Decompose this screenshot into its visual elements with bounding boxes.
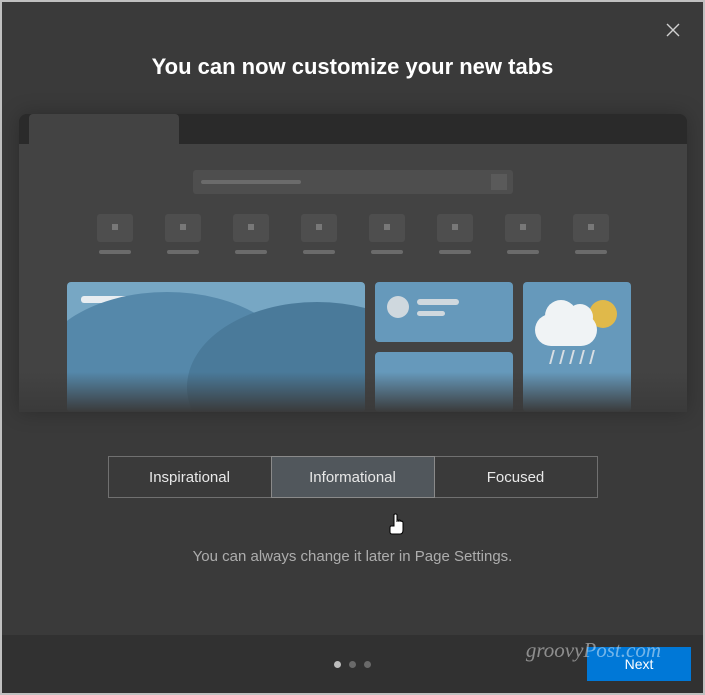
tab-informational[interactable]: Informational <box>271 456 435 498</box>
preview-info-card <box>375 352 513 412</box>
preview-top-site <box>428 214 482 258</box>
pointer-cursor-icon <box>388 513 406 535</box>
tab-focused[interactable]: Focused <box>434 456 598 498</box>
tab-inspirational[interactable]: Inspirational <box>108 456 272 498</box>
preview-search-bar <box>193 170 513 194</box>
pager-dot[interactable] <box>364 661 371 668</box>
preview-top-site <box>360 214 414 258</box>
preview-browser-body <box>19 144 687 412</box>
pager-dots <box>334 661 371 668</box>
preview-top-site <box>156 214 210 258</box>
next-button[interactable]: Next <box>587 647 691 681</box>
footer: Next <box>2 635 703 693</box>
preview-top-site <box>292 214 346 258</box>
layout-tabs: Inspirational Informational Focused <box>2 456 703 498</box>
preview-news-card <box>67 282 365 412</box>
page-title: You can now customize your new tabs <box>2 54 703 80</box>
rain-icon <box>547 350 597 369</box>
hint-text: You can always change it later in Page S… <box>2 548 703 565</box>
layout-preview <box>19 114 687 412</box>
preview-info-card <box>375 282 513 342</box>
pager-dot[interactable] <box>349 661 356 668</box>
preview-top-site <box>224 214 278 258</box>
preview-weather-card <box>523 282 631 412</box>
preview-cards <box>67 282 639 412</box>
close-icon <box>666 23 680 37</box>
preview-top-site <box>564 214 618 258</box>
pager-dot[interactable] <box>334 661 341 668</box>
preview-top-site <box>496 214 550 258</box>
preview-top-site <box>88 214 142 258</box>
close-button[interactable] <box>661 18 685 42</box>
preview-browser-chrome <box>19 114 687 144</box>
preview-top-sites-row <box>67 214 639 258</box>
cloud-icon <box>535 314 597 346</box>
preview-browser-tab <box>29 114 179 144</box>
